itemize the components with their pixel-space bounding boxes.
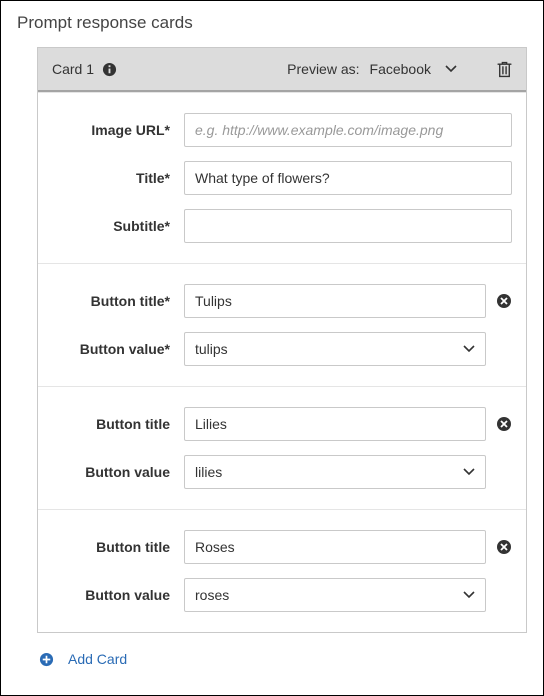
preview-as-select[interactable]: Facebook <box>370 61 457 77</box>
button-title-input[interactable] <box>184 407 486 441</box>
add-card-label: Add Card <box>68 651 127 667</box>
button-title-label: Button title <box>52 539 184 555</box>
preview-as-value: Facebook <box>370 61 431 77</box>
title-input[interactable] <box>184 161 512 195</box>
card-header: Card 1 Preview as: Facebook <box>38 48 526 92</box>
image-url-label: Image URL* <box>52 122 184 138</box>
caret-down-icon <box>445 65 457 73</box>
caret-down-icon <box>463 345 475 353</box>
button-title-label: Button title* <box>52 293 184 309</box>
caret-down-icon <box>463 591 475 599</box>
button-title-label: Button title <box>52 416 184 432</box>
card-button-group: Button title* Button value* tulips <box>38 263 526 386</box>
button-value-select[interactable]: lilies <box>184 455 486 489</box>
caret-down-icon <box>463 468 475 476</box>
remove-button[interactable] <box>496 293 512 309</box>
button-value-label: Button value* <box>52 341 184 357</box>
button-value-label: Button value <box>52 587 184 603</box>
card-button-group: Button title Button value roses <box>38 509 526 632</box>
close-circle-icon <box>496 416 512 432</box>
delete-card-button[interactable] <box>497 61 512 78</box>
button-value-select[interactable]: tulips <box>184 332 486 366</box>
remove-button[interactable] <box>496 539 512 555</box>
button-title-input[interactable] <box>184 284 486 318</box>
image-url-input[interactable] <box>184 113 512 147</box>
card-label: Card 1 <box>52 61 94 77</box>
card-main-fields: Image URL* Title* Subtitle* <box>38 92 526 263</box>
button-value-text: tulips <box>195 341 228 357</box>
card-button-group: Button title Button value lilies <box>38 386 526 509</box>
remove-button[interactable] <box>496 416 512 432</box>
title-label: Title* <box>52 170 184 186</box>
preview-as-label: Preview as: <box>287 61 359 77</box>
button-title-input[interactable] <box>184 530 486 564</box>
plus-circle-icon <box>39 652 54 667</box>
add-card-button[interactable]: Add Card <box>39 651 527 667</box>
button-value-text: lilies <box>195 464 222 480</box>
button-value-label: Button value <box>52 464 184 480</box>
subtitle-label: Subtitle* <box>52 218 184 234</box>
trash-icon <box>497 61 512 78</box>
close-circle-icon <box>496 539 512 555</box>
page-title: Prompt response cards <box>17 13 527 33</box>
button-value-text: roses <box>195 587 229 603</box>
info-icon[interactable] <box>102 62 117 77</box>
button-value-select[interactable]: roses <box>184 578 486 612</box>
subtitle-input[interactable] <box>184 209 512 243</box>
close-circle-icon <box>496 293 512 309</box>
response-card: Card 1 Preview as: Facebook Image URL* <box>37 47 527 633</box>
